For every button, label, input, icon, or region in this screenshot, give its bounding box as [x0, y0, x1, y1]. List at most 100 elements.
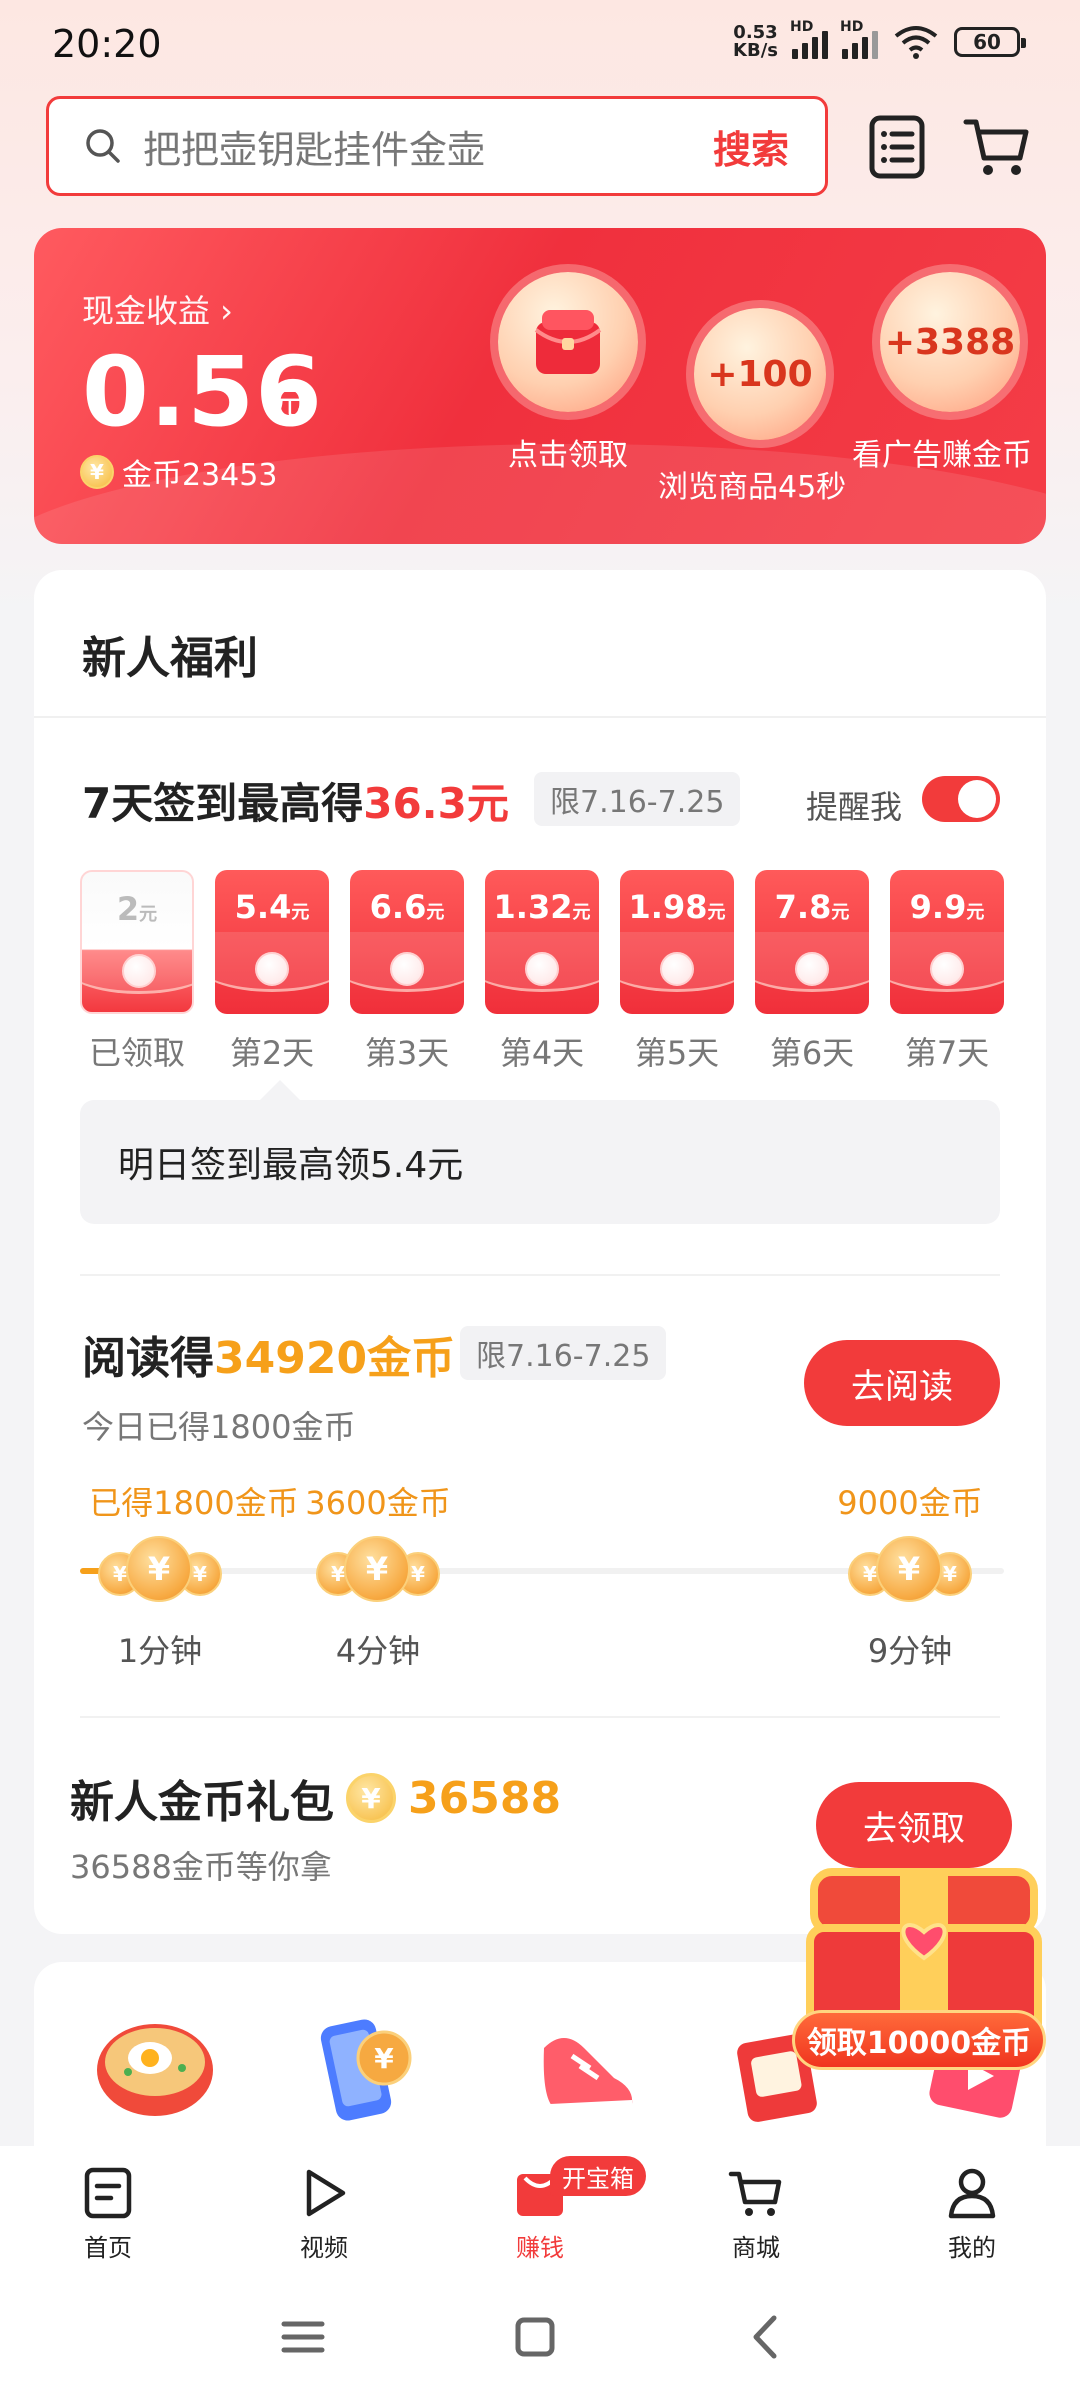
- battery-icon: 60: [954, 27, 1026, 57]
- list-icon[interactable]: [862, 112, 932, 182]
- signin-days: 2元 已领取 5.4元 第2天 6.6元 第3天 1.32元 第4天 1.98元 第5天 7.8元第…: [80, 870, 1004, 1074]
- cash-unit: 元: [270, 384, 303, 422]
- tab-profile[interactable]: 我的: [892, 2146, 1052, 2270]
- red-envelope-icon: 5.4元: [215, 870, 329, 1014]
- sneaker-icon[interactable]: [524, 2008, 654, 2128]
- claim-caption[interactable]: 点击领取: [508, 430, 628, 474]
- signin-day[interactable]: 1.32元第4天: [485, 870, 599, 1074]
- tab-mall[interactable]: 商城: [676, 2146, 836, 2270]
- red-envelope-icon: 9.9元: [890, 870, 1004, 1014]
- divider: [80, 1716, 1000, 1718]
- tab-video[interactable]: 视频: [244, 2146, 404, 2270]
- day-amount: 6.6元: [369, 888, 445, 926]
- signin-day[interactable]: 6.6元第3天: [350, 870, 464, 1074]
- day-label: 第2天: [229, 1034, 315, 1072]
- reading-title: 阅读得34920金币: [82, 1333, 456, 1384]
- divider: [34, 716, 1046, 718]
- signin-date-tag: 限7.16-7.25: [534, 772, 741, 826]
- signin-day[interactable]: 9.9元第7天: [890, 870, 1004, 1074]
- home-icon: [84, 2167, 132, 2219]
- reading-subtitle: 今日已得1800金币: [82, 1408, 356, 1446]
- svg-text:¥: ¥: [374, 2042, 394, 2075]
- red-envelope-icon: 1.32元: [485, 870, 599, 1014]
- day-amount: 1.32元: [493, 888, 591, 926]
- cart-icon: [728, 2171, 782, 2216]
- status-time: 20:20: [52, 22, 162, 66]
- status-bar: 20:20 0.53 KB/s HD HD 60: [0, 0, 1080, 90]
- day-amount: 5.4元: [234, 888, 310, 926]
- day-label: 第7天: [904, 1034, 990, 1072]
- wifi-icon: [894, 26, 938, 59]
- back-icon[interactable]: [732, 2302, 802, 2372]
- signin-day[interactable]: 7.8元第6天: [755, 870, 869, 1074]
- search-icon: [86, 129, 120, 163]
- shopping-cart-icon[interactable]: [962, 112, 1032, 182]
- signin-day[interactable]: 1.98元第5天: [620, 870, 734, 1074]
- red-envelope-icon: [534, 310, 602, 374]
- home-button-icon[interactable]: [500, 2302, 570, 2372]
- milestone-reward-1: 已得1800金币: [89, 1484, 299, 1522]
- milestone-reward-2: 3600金币: [305, 1484, 451, 1522]
- gift-subtitle: 36588金币等你拿: [70, 1848, 332, 1886]
- coin-icon: ¥: [80, 455, 114, 489]
- milestone-time-1: 1分钟: [117, 1632, 203, 1670]
- network-speed: 0.53 KB/s: [733, 22, 778, 61]
- tab-home[interactable]: 首页: [28, 2146, 188, 2270]
- status-icons: 0.53 KB/s HD HD 60: [733, 19, 1026, 61]
- profile-icon: [948, 2168, 996, 2219]
- play-icon: [306, 2169, 346, 2217]
- bottom-tab-bar: 首页 视频 开宝箱 赚钱 商城 我的: [0, 2146, 1080, 2270]
- search-placeholder: 把把壶钥匙挂件金壶: [143, 127, 486, 172]
- day-amount: 1.98元: [628, 888, 726, 926]
- day-label: 第3天: [364, 1034, 450, 1072]
- ad-bubble[interactable]: +3388: [880, 272, 1020, 412]
- reading-date-tag: 限7.16-7.25: [460, 1326, 667, 1380]
- phone-coin-icon[interactable]: ¥: [304, 2008, 434, 2128]
- gift-title: 新人金币礼包 ¥ 36588: [70, 1772, 562, 1829]
- search-button[interactable]: 搜索: [713, 119, 789, 174]
- coin-stack-icon: ¥ ¥ ¥: [98, 1530, 222, 1610]
- browse-caption[interactable]: 浏览商品45秒: [658, 462, 846, 506]
- browse-bubble[interactable]: +100: [694, 308, 826, 440]
- coin-icon: ¥: [346, 1773, 396, 1823]
- signal-icon: HD: [790, 19, 828, 59]
- coin-stack-icon: ¥ ¥ ¥: [848, 1530, 972, 1610]
- search-input[interactable]: 把把壶钥匙挂件金壶 搜索: [46, 96, 828, 196]
- day-amount: 7.8元: [774, 888, 850, 926]
- day-label: 已领取: [88, 1034, 185, 1072]
- signin-title: 7天签到最高得36.3元: [82, 779, 509, 828]
- treasure-badge: 开宝箱: [550, 2156, 646, 2196]
- claim-gift-button[interactable]: 去领取: [816, 1782, 1012, 1868]
- day-label: 第5天: [634, 1034, 720, 1072]
- signin-day[interactable]: 2元已领取: [80, 870, 194, 1074]
- day-label: 第4天: [499, 1034, 585, 1072]
- newcomer-benefits-panel: 新人福利 7天签到最高得36.3元 限7.16-7.25 提醒我 2元 已领取 5.…: [34, 570, 1046, 1934]
- milestone-time-3: 9分钟: [867, 1632, 953, 1670]
- panel-title: 新人福利: [82, 633, 258, 684]
- remind-toggle[interactable]: [922, 776, 1000, 822]
- ad-caption[interactable]: 看广告赚金币: [852, 430, 1032, 474]
- divider: [80, 1274, 1000, 1276]
- day-amount: 2元: [116, 890, 158, 928]
- claim-bubble[interactable]: [498, 272, 638, 412]
- red-envelope-icon: 2元: [80, 870, 194, 1014]
- menu-icon[interactable]: [268, 2302, 338, 2372]
- noodle-bowl-icon[interactable]: [90, 2008, 220, 2128]
- coin-balance: ¥ 金币23453: [80, 450, 277, 494]
- red-envelope-icon: 1.98元: [620, 870, 734, 1014]
- red-envelope-icon: 7.8元: [755, 870, 869, 1014]
- day-label: 第6天: [769, 1034, 855, 1072]
- signal-icon-2: HD: [840, 19, 878, 59]
- cash-earnings-label[interactable]: 现金收益 ›: [82, 286, 233, 332]
- remind-label: 提醒我: [806, 788, 903, 826]
- system-nav-bar: [0, 2270, 1080, 2400]
- cash-earnings-card[interactable]: 现金收益 › 0.56 元 ¥ 金币23453 点击领取 +100 浏览商品45…: [34, 228, 1046, 544]
- tab-earn[interactable]: 开宝箱 赚钱: [460, 2146, 646, 2270]
- red-envelope-icon: 6.6元: [350, 870, 464, 1014]
- signin-tip: 明日签到最高领5.4元: [80, 1100, 1000, 1224]
- coin-stack-icon: ¥ ¥ ¥: [316, 1530, 440, 1610]
- claim-coins-banner[interactable]: 领取10000金币: [792, 2010, 1046, 2070]
- signin-day[interactable]: 5.4元第2天: [215, 870, 329, 1074]
- go-read-button[interactable]: 去阅读: [804, 1340, 1000, 1426]
- milestone-reward-3: 9000金币: [837, 1484, 983, 1522]
